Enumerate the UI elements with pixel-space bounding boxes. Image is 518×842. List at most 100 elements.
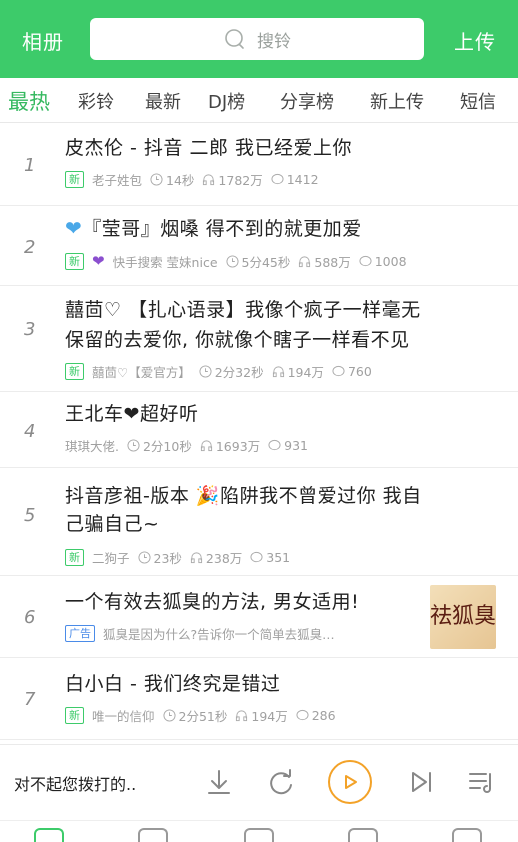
- comment-icon: [250, 551, 263, 562]
- song-title-line1: 抖音彦祖-版本 🎉陷阱我不曾爱过你 我自: [65, 485, 422, 507]
- find-nav-icon[interactable]: [348, 828, 378, 842]
- song-title-line1: 囍茴♡ 【扎心语录】我像个疯子一样毫无: [65, 299, 421, 321]
- blue-heart-icon: ❤: [65, 216, 83, 240]
- list-item[interactable]: 2 ❤『莹哥』烟嗓 得不到的就更加爱 新 ❤ 快手搜索 莹妹nice 5分45秒…: [0, 205, 518, 286]
- song-title-line2: 保留的去爱你, 你就像个瞎子一样看不见: [65, 329, 410, 351]
- list-item[interactable]: 3 囍茴♡ 【扎心语录】我像个疯子一样毫无 保留的去爱你, 你就像个瞎子一样看不…: [0, 285, 518, 392]
- comment-count: 931: [268, 438, 308, 453]
- clock-icon: [127, 438, 140, 452]
- search-box[interactable]: 搜铃: [90, 18, 424, 60]
- tab-hot[interactable]: 最热: [8, 86, 50, 116]
- song-meta: 新 囍茴♡【爱官方】 2分32秒 194万 760: [65, 361, 504, 381]
- list-item[interactable]: 4 王北车❤超好听 琪琪大佬. 2分10秒 1693万 931: [0, 391, 518, 468]
- song-meta: 新 二狗子 23秒 238万 351: [65, 547, 504, 567]
- rank-number: 2: [24, 237, 36, 258]
- tab-sms[interactable]: 短信: [460, 88, 496, 114]
- tab-newest[interactable]: 最新: [145, 88, 181, 114]
- ad-title: 一个有效去狐臭的方法, 男女适用!: [65, 591, 360, 613]
- headphones-icon: [299, 255, 311, 267]
- comment-count: 351: [250, 550, 290, 565]
- play-count: 1693万: [200, 436, 260, 455]
- comment-count: 1008: [359, 254, 407, 269]
- duration: 2分10秒: [127, 436, 192, 455]
- headphones-icon: [236, 709, 248, 721]
- next-track-icon[interactable]: [402, 763, 440, 801]
- clock-icon: [150, 172, 163, 186]
- comment-icon: [268, 439, 281, 450]
- duration: 2分32秒: [199, 362, 264, 381]
- song-meta: 新 唯一的信仰 2分51秒 194万 286: [65, 705, 504, 725]
- headphones-icon: [272, 365, 284, 377]
- headphones-icon: [200, 439, 212, 451]
- play-count: 1782万: [202, 170, 263, 189]
- home-nav-icon[interactable]: [34, 828, 64, 842]
- search-placeholder: 搜铃: [257, 31, 291, 52]
- song-title-suffix: 超好听: [139, 403, 199, 425]
- message-nav-icon[interactable]: [244, 828, 274, 842]
- upload-button[interactable]: 上传: [454, 26, 496, 55]
- song-title: 白小白 - 我们终究是错过: [65, 673, 281, 695]
- rank-number: 5: [24, 505, 36, 526]
- play-count: 194万: [272, 362, 324, 381]
- ad-meta: 广告 狐臭是因为什么?告诉你一个简单去狐臭…: [65, 623, 418, 643]
- top-bar: 相册 搜铃 上传: [0, 0, 518, 78]
- rank-number: 1: [24, 155, 36, 176]
- tab-ringback[interactable]: 彩铃: [78, 88, 114, 114]
- play-icon: [345, 775, 357, 789]
- list-item[interactable]: 5 抖音彦祖-版本 🎉陷阱我不曾爱过你 我自 己骗自己~ 新 二狗子 23秒 2…: [0, 467, 518, 576]
- duration: 2分51秒: [162, 706, 227, 725]
- author: 老子姓包: [92, 172, 143, 188]
- search-icon: [225, 29, 244, 49]
- ad-item[interactable]: 6 一个有效去狐臭的方法, 男女适用! 广告 狐臭是因为什么?告诉你一个简单去狐…: [0, 575, 518, 658]
- ad-thumbnail[interactable]: 祛狐臭: [430, 585, 496, 649]
- tab-share-chart[interactable]: 分享榜: [280, 88, 334, 114]
- song-title-line2: 己骗自己~: [65, 513, 160, 535]
- new-badge: 新: [65, 706, 84, 724]
- comment-icon: [359, 255, 372, 266]
- song-title: 皮杰伦 - 抖音 二郎 我已经爱上你: [65, 137, 353, 159]
- author: 囍茴♡【爱官方】: [92, 364, 191, 380]
- category-tabs: 最热 彩铃 最新 DJ榜 分享榜 新上传 短信: [0, 78, 518, 123]
- category-nav-icon[interactable]: [138, 828, 168, 842]
- new-badge: 新: [65, 362, 84, 380]
- comment-icon: [271, 173, 284, 184]
- now-playing-title[interactable]: 对不起您拨打的..: [14, 771, 136, 795]
- new-badge: 新: [65, 548, 84, 566]
- song-title: 王北车: [65, 403, 124, 425]
- song-title: 『莹哥』烟嗓 得不到的就更加爱: [82, 218, 362, 240]
- play-count: 238万: [190, 548, 242, 567]
- song-meta: 琪琪大佬. 2分10秒 1693万 931: [65, 435, 504, 455]
- clock-icon: [225, 254, 239, 268]
- author: 快手搜索 莹妹nice: [112, 254, 218, 270]
- duration: 5分45秒: [225, 252, 290, 271]
- headphones-icon: [190, 551, 202, 563]
- download-icon[interactable]: [200, 763, 238, 801]
- headphones-icon: [203, 173, 215, 185]
- rank-number: 3: [24, 319, 36, 340]
- mini-player: 对不起您拨打的..: [0, 744, 518, 821]
- album-button[interactable]: 相册: [22, 26, 64, 55]
- clock-icon: [199, 364, 212, 378]
- ad-badge: 广告: [65, 624, 95, 642]
- playlist-icon[interactable]: [462, 763, 500, 801]
- author: 唯一的信仰: [92, 708, 155, 724]
- repeat-icon[interactable]: [262, 763, 300, 801]
- duration: 23秒: [137, 548, 182, 567]
- play-count: 194万: [235, 706, 288, 725]
- list-item[interactable]: 1 皮杰伦 - 抖音 二郎 我已经爱上你 新 老子姓包 14秒 1782万 14…: [0, 123, 518, 206]
- play-button[interactable]: [328, 760, 372, 804]
- comment-count: 286: [296, 708, 336, 723]
- list-item[interactable]: 7 白小白 - 我们终究是错过 新 唯一的信仰 2分51秒 194万 286: [0, 657, 518, 740]
- clock-icon: [162, 708, 176, 722]
- comment-count: 760: [332, 364, 372, 379]
- song-meta: 新 老子姓包 14秒 1782万 1412: [65, 169, 504, 189]
- profile-nav-icon[interactable]: [452, 828, 482, 842]
- rank-number: 4: [24, 421, 36, 442]
- comment-icon: [296, 709, 309, 720]
- ringtone-list: 1 皮杰伦 - 抖音 二郎 我已经爱上你 新 老子姓包 14秒 1782万 14…: [0, 123, 518, 743]
- bottom-nav: [0, 820, 518, 842]
- author: 琪琪大佬.: [65, 438, 119, 454]
- party-popper-icon: 🎉: [195, 485, 221, 507]
- tab-new-upload[interactable]: 新上传: [370, 88, 424, 114]
- tab-dj[interactable]: DJ榜: [208, 88, 245, 114]
